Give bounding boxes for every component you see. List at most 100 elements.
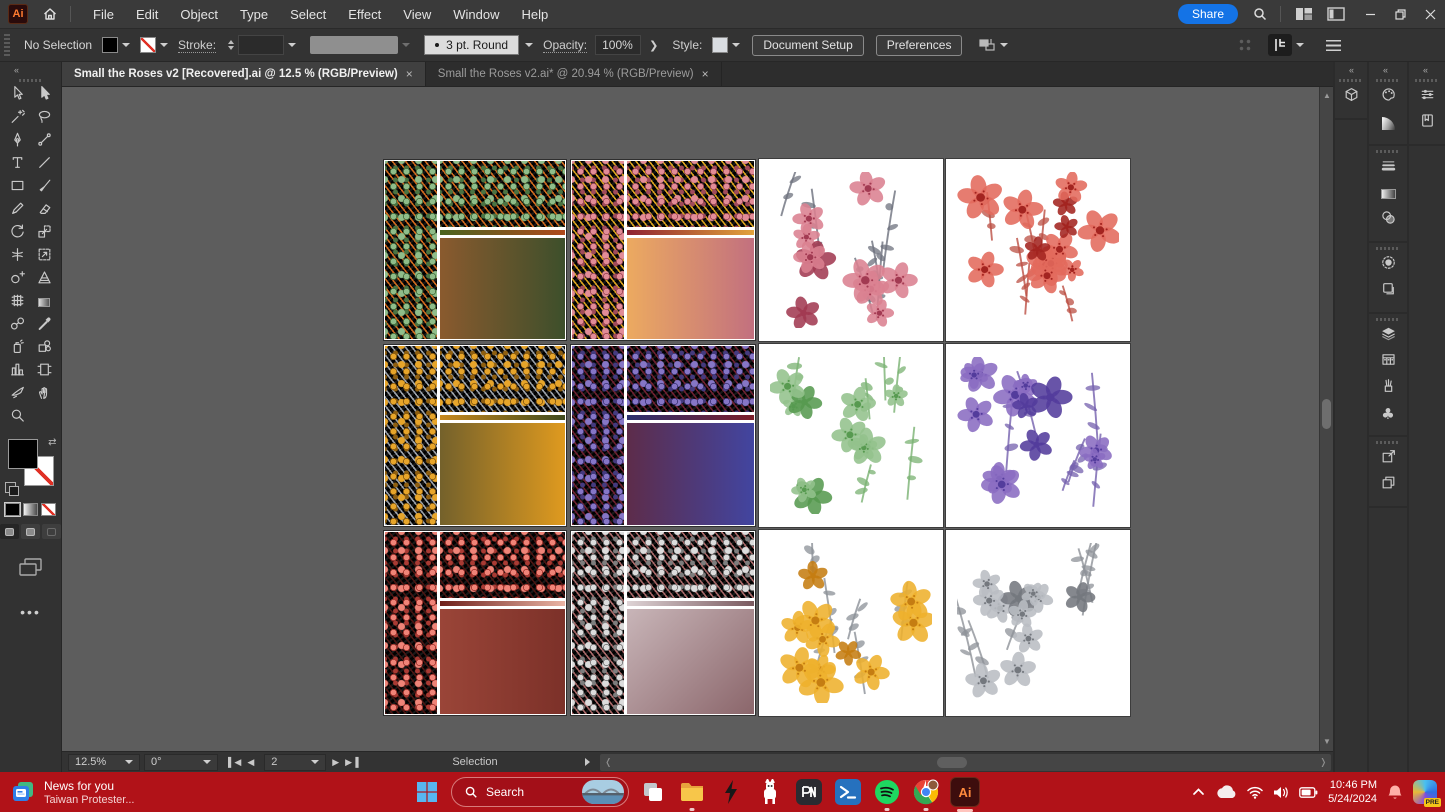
lightning-app-icon[interactable] bbox=[716, 777, 746, 807]
dock-collapse-icon[interactable]: « bbox=[1423, 65, 1427, 75]
gradient-tool[interactable] bbox=[31, 291, 58, 314]
eyedropper-tool[interactable] bbox=[31, 314, 58, 337]
pink-floral-artboard[interactable] bbox=[759, 159, 943, 341]
stroke-label[interactable]: Stroke: bbox=[178, 38, 216, 53]
rectangle-tool[interactable] bbox=[4, 176, 31, 199]
line-segment-tool[interactable] bbox=[31, 153, 58, 176]
opacity-field[interactable]: 100% bbox=[595, 35, 641, 55]
fill-proxy[interactable] bbox=[8, 439, 38, 469]
gradient-square[interactable] bbox=[440, 609, 565, 714]
gradient-divider[interactable] bbox=[627, 601, 754, 606]
stroke-weight-field[interactable] bbox=[238, 35, 284, 55]
file-explorer-icon[interactable] bbox=[677, 777, 707, 807]
symbol-shapes-tool[interactable] bbox=[31, 337, 58, 360]
horizontal-scroll-thumb[interactable] bbox=[937, 757, 967, 768]
gradient-panel-panel-button[interactable] bbox=[1374, 181, 1402, 207]
task-view-button[interactable] bbox=[638, 777, 668, 807]
brushes-panel-button[interactable] bbox=[1374, 375, 1402, 401]
pattern-swatch[interactable] bbox=[440, 346, 565, 412]
clock[interactable]: 10:46 PM 5/24/2024 bbox=[1328, 778, 1377, 807]
close-button[interactable] bbox=[1415, 0, 1445, 28]
yellow-floral-artboard[interactable] bbox=[759, 530, 943, 716]
tab-close-icon[interactable]: × bbox=[702, 67, 709, 81]
scroll-down-icon[interactable]: ▼ bbox=[1320, 735, 1333, 749]
appearance-panel-button[interactable] bbox=[1374, 252, 1402, 278]
align-dropdown-icon[interactable] bbox=[1000, 43, 1008, 47]
style-swatch[interactable] bbox=[712, 37, 728, 53]
swap-fill-stroke-icon[interactable]: ⇄ bbox=[48, 437, 56, 448]
minimize-button[interactable] bbox=[1355, 0, 1385, 28]
workspace-dropdown-icon[interactable] bbox=[1296, 43, 1304, 47]
home-icon[interactable] bbox=[42, 6, 58, 22]
draw-normal-mode[interactable] bbox=[0, 524, 19, 539]
tab-close-icon[interactable]: × bbox=[406, 67, 413, 81]
panel-menu-icon[interactable] bbox=[1326, 40, 1341, 51]
pattern-strip[interactable] bbox=[385, 532, 437, 714]
gradient-square[interactable] bbox=[627, 238, 754, 339]
toggle-panel-icon[interactable] bbox=[1327, 7, 1345, 21]
properties-panel-button[interactable] bbox=[1413, 84, 1441, 110]
gradient-square[interactable] bbox=[627, 609, 754, 714]
gradient-divider[interactable] bbox=[627, 415, 754, 420]
grid-toggle-icon[interactable] bbox=[1238, 38, 1252, 52]
gradient-button[interactable] bbox=[23, 503, 38, 516]
symbol-sprayer-tool[interactable] bbox=[4, 337, 31, 360]
screen-mode-icon[interactable] bbox=[18, 557, 44, 582]
next-artboard-button[interactable]: ▶ bbox=[332, 757, 339, 768]
document-tab-1[interactable]: Small the Roses v2 [Recovered].ai @ 12.5… bbox=[62, 62, 426, 86]
align-options-icon[interactable] bbox=[978, 37, 996, 53]
dock-collapse-icon[interactable]: « bbox=[1383, 65, 1387, 75]
selection-tool[interactable] bbox=[4, 84, 31, 107]
tray-chevron-icon[interactable] bbox=[1192, 787, 1205, 797]
pattern-strip[interactable] bbox=[385, 161, 437, 339]
pattern-strip[interactable] bbox=[385, 346, 437, 525]
share-button[interactable]: Share bbox=[1178, 4, 1238, 24]
chrome-icon[interactable] bbox=[911, 777, 941, 807]
variable-width-profile[interactable] bbox=[310, 36, 398, 54]
export-panel-button[interactable] bbox=[1374, 446, 1402, 472]
menu-select[interactable]: Select bbox=[280, 3, 336, 26]
copilot-icon[interactable]: PRE bbox=[1413, 780, 1437, 804]
column-graph-tool[interactable] bbox=[4, 360, 31, 383]
gradient-square[interactable] bbox=[627, 423, 754, 525]
workspace-switcher[interactable] bbox=[1268, 34, 1292, 56]
opacity-label[interactable]: Opacity: bbox=[543, 38, 587, 53]
slice-tool[interactable] bbox=[4, 383, 31, 406]
dock-drag-handle[interactable] bbox=[1376, 247, 1400, 250]
dock-drag-handle[interactable] bbox=[1376, 79, 1400, 82]
green-pattern-card[interactable] bbox=[383, 159, 567, 341]
menu-file[interactable]: File bbox=[83, 3, 124, 26]
start-button[interactable] bbox=[412, 777, 442, 807]
default-fill-stroke-icon[interactable] bbox=[5, 482, 16, 493]
document-setup-button[interactable]: Document Setup bbox=[752, 35, 863, 56]
pattern-swatch[interactable] bbox=[627, 161, 754, 227]
transparency-panel-button[interactable] bbox=[1374, 207, 1402, 233]
type-tool[interactable] bbox=[4, 153, 31, 176]
tools-drag-handle[interactable] bbox=[19, 79, 43, 82]
stroke-color-swatch[interactable] bbox=[140, 37, 156, 53]
3d-materials-panel-button[interactable] bbox=[1337, 84, 1365, 110]
horizontal-scrollbar[interactable]: ❬ ❭ bbox=[600, 754, 1331, 771]
dock-drag-handle[interactable] bbox=[1376, 318, 1400, 321]
dock-drag-handle[interactable] bbox=[1376, 150, 1400, 153]
artboards-panel-button[interactable] bbox=[1374, 349, 1402, 375]
hand-tool[interactable] bbox=[31, 383, 58, 406]
stroke-panel-button[interactable] bbox=[1374, 155, 1402, 181]
menu-view[interactable]: View bbox=[393, 3, 441, 26]
pen-tool[interactable] bbox=[4, 130, 31, 153]
layers-panel-button[interactable] bbox=[1374, 323, 1402, 349]
purple-floral-artboard[interactable] bbox=[946, 344, 1130, 527]
perspective-grid-tool[interactable] bbox=[31, 268, 58, 291]
stroke-weight-stepper[interactable] bbox=[228, 40, 234, 50]
fill-color-swatch[interactable] bbox=[102, 37, 118, 53]
magic-wand-tool[interactable] bbox=[4, 107, 31, 130]
arrange-documents-icon[interactable] bbox=[1295, 7, 1313, 21]
rotate-tool[interactable] bbox=[4, 222, 31, 245]
pattern-swatch[interactable] bbox=[627, 532, 754, 598]
gradient-divider[interactable] bbox=[627, 230, 754, 235]
status-expand-icon[interactable] bbox=[585, 758, 590, 766]
pattern-strip[interactable] bbox=[572, 346, 624, 525]
gradient-divider[interactable] bbox=[440, 415, 565, 420]
stroke-weight-dropdown-icon[interactable] bbox=[288, 43, 296, 47]
yellow-pattern-card[interactable] bbox=[383, 344, 567, 527]
